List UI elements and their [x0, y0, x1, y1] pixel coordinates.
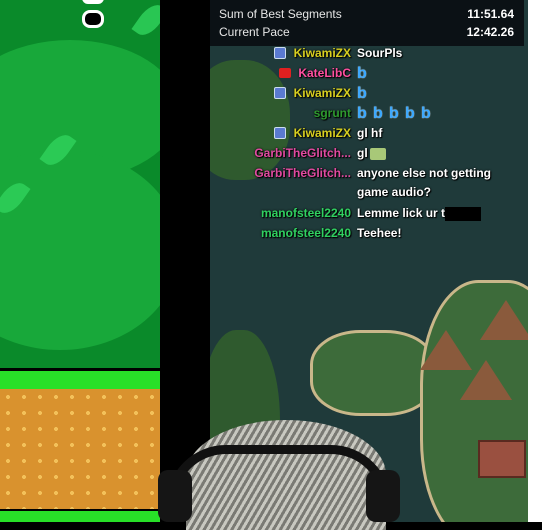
chat-text: SourPls: [357, 46, 403, 60]
dirt-ground: [0, 389, 160, 509]
chat-username: KiwamiZX: [293, 126, 351, 140]
chat-username: manofsteel2240: [260, 206, 351, 220]
emote-icon: b: [357, 105, 367, 122]
chat-username: KiwamiZX: [293, 86, 351, 100]
chat-message: KiwamiZX b: [210, 84, 528, 104]
chat-username: KiwamiZX: [293, 46, 351, 60]
prime-badge-icon: [274, 87, 286, 99]
chat-username: KateLibC: [298, 66, 351, 80]
chat-text: b: [357, 66, 373, 82]
prime-badge-icon: [274, 127, 286, 139]
split-value: 12:42.26: [466, 25, 514, 39]
castle-icon: [478, 440, 526, 478]
chat-text: bbbbb: [357, 106, 437, 122]
emote-icon: [369, 147, 386, 160]
chat-message: GarbiTheGlitch... gl: [210, 144, 528, 164]
split-label: Current Pace: [219, 25, 290, 39]
webcam-view: [156, 420, 406, 530]
chat-username: GarbiTheGlitch...: [254, 166, 351, 180]
emote-icon: b: [405, 105, 415, 122]
youtube-badge-icon: [279, 68, 291, 78]
chat-text: Teehee!: [357, 226, 402, 240]
mountain-icon: [460, 360, 512, 400]
chat-text: gl: [357, 146, 386, 160]
game-view: [0, 0, 160, 522]
chat-text: b: [357, 86, 373, 102]
headphones-earcup: [158, 470, 192, 522]
emote-icon: b: [421, 105, 431, 122]
emote-icon: b: [357, 65, 367, 82]
splits-panel: Sum of Best Segments 11:51.64 Current Pa…: [210, 0, 524, 46]
chat-text-content: Lemme lick ur t: [357, 206, 446, 220]
hill-shape: [0, 150, 160, 350]
coin-icon: [82, 0, 104, 4]
chat-text-content: gl: [357, 146, 368, 160]
mountain-icon: [480, 300, 528, 340]
headphones-icon: [166, 445, 391, 505]
leaf-icon: [131, 0, 160, 41]
prime-badge-icon: [274, 47, 286, 59]
coin-icon: [82, 10, 104, 28]
chat-username: GarbiTheGlitch...: [254, 146, 351, 160]
chat-message: manofsteel2240 Teehee!: [210, 224, 528, 244]
split-value: 11:51.64: [467, 7, 514, 21]
split-row-current-pace: Current Pace 12:42.26: [219, 23, 514, 41]
emote-icon: b: [357, 85, 367, 102]
redaction-block: [445, 206, 482, 221]
grass-strip: [0, 509, 160, 522]
split-label: Sum of Best Segments: [219, 7, 342, 21]
chat-text: Lemme lick ur t: [357, 206, 482, 221]
emote-icon: b: [389, 105, 399, 122]
chat-message: KateLibC b: [210, 64, 528, 84]
emote-icon: b: [373, 105, 383, 122]
chat-message: KiwamiZX SourPls: [210, 44, 528, 64]
chat-message: sgrunt bbbbb: [210, 104, 528, 124]
chat-text: gl hf: [357, 126, 383, 140]
chat-text: anyone else not getting game audio?: [357, 166, 492, 199]
headphones-earcup: [366, 470, 400, 522]
chat-username: sgrunt: [313, 106, 351, 120]
chat-message: GarbiTheGlitch... anyone else not gettin…: [210, 164, 528, 204]
chat-username: manofsteel2240: [260, 226, 351, 240]
window-edge: [528, 0, 542, 522]
chat-message: manofsteel2240 Lemme lick ur t: [210, 204, 528, 224]
split-row-sum-of-best: Sum of Best Segments 11:51.64: [219, 5, 514, 23]
chat-message: KiwamiZX gl hf: [210, 124, 528, 144]
island: [310, 330, 436, 416]
